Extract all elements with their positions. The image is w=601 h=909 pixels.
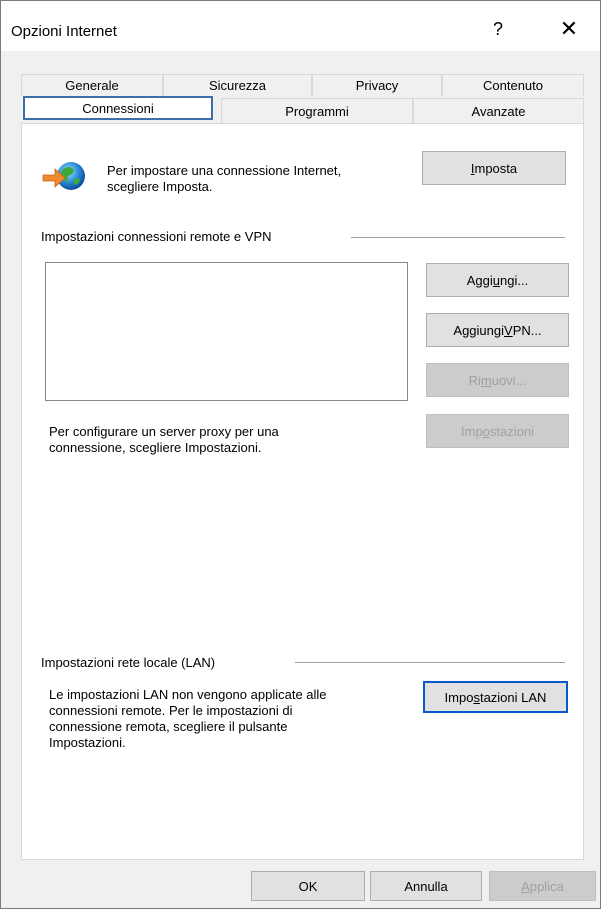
tab-privacy[interactable]: Privacy xyxy=(312,74,442,96)
connections-list[interactable] xyxy=(45,262,408,401)
tab-generale[interactable]: Generale xyxy=(21,74,163,96)
globe-arrow-icon xyxy=(41,159,89,195)
tab-programmi[interactable]: Programmi xyxy=(221,98,413,123)
divider xyxy=(351,237,565,238)
window-title: Opzioni Internet xyxy=(11,23,117,40)
tab-label: Avanzate xyxy=(471,103,526,119)
help-button[interactable]: ? xyxy=(475,13,521,45)
tab-sicurezza[interactable]: Sicurezza xyxy=(163,74,312,96)
close-button[interactable]: ✕ xyxy=(546,13,592,45)
cancel-button[interactable]: Annulla xyxy=(370,871,482,901)
settings-button[interactable]: Imp o stazioni xyxy=(426,414,569,448)
remote-group-label: Impostazioni connessioni remote e VPN xyxy=(41,229,272,244)
tab-label: Sicurezza xyxy=(208,78,267,93)
tab-label: Contenuto xyxy=(483,78,543,93)
add-vpn-button[interactable]: Aggiungi V PN... xyxy=(426,313,569,347)
internet-options-dialog: Opzioni Internet ? ✕ Generale Sicurezza … xyxy=(0,0,601,909)
proxy-instructions: Per configurare un server proxy per una … xyxy=(49,424,279,455)
setup-instructions: Per impostare una connessione Internet, … xyxy=(107,163,342,194)
tab-avanzate[interactable]: Avanzate xyxy=(413,98,584,123)
tab-label: Programmi xyxy=(285,103,349,119)
add-button[interactable]: Aggi u ngi... xyxy=(426,263,569,297)
lan-settings-button[interactable]: Impo s tazioni LAN xyxy=(423,681,568,713)
lan-group-label: Impostazioni rete locale (LAN) xyxy=(41,655,216,670)
tab-label: Generale xyxy=(65,78,119,93)
divider xyxy=(295,662,565,663)
tab-label: Privacy xyxy=(355,78,399,93)
tab-contenuto[interactable]: Contenuto xyxy=(442,74,584,96)
lan-instructions: Le impostazioni LAN non vengono applicat… xyxy=(49,687,327,750)
title-bar[interactable]: Opzioni Internet ? ✕ xyxy=(1,1,600,51)
apply-button[interactable]: Applica xyxy=(489,871,596,901)
setup-button[interactable]: Imposta xyxy=(422,151,566,185)
remove-button[interactable]: Ri m uovi... xyxy=(426,363,569,397)
tab-connessioni[interactable]: Connessioni xyxy=(23,96,213,120)
tab-label: Connessioni xyxy=(82,100,154,116)
close-icon: ✕ xyxy=(559,16,579,41)
ok-button[interactable]: OK xyxy=(251,871,365,901)
help-icon: ? xyxy=(492,18,503,39)
